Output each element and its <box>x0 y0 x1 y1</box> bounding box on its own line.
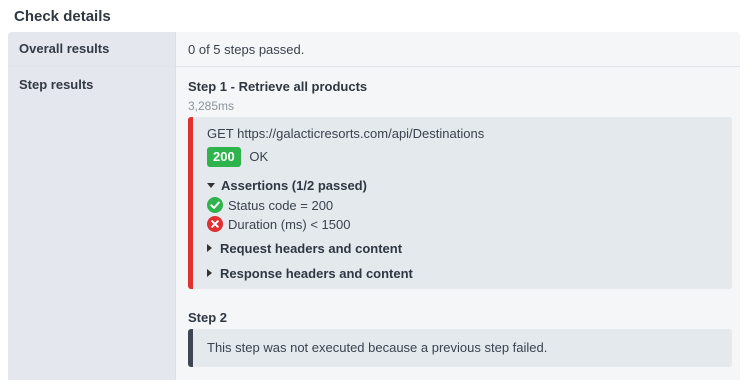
overall-results-value: 0 of 5 steps passed. <box>188 42 305 57</box>
assertions-toggle[interactable]: Assertions (1/2 passed) <box>207 178 367 193</box>
page-title: Check details <box>14 8 111 25</box>
step-results-label-cell: Step results <box>8 67 176 380</box>
step1-title: Step 1 - Retrieve all products <box>188 79 368 94</box>
assertion-text: Duration (ms) < 1500 <box>228 217 351 232</box>
assertion-text: Status code = 200 <box>228 198 334 213</box>
overall-results-row: Overall results 0 of 5 steps passed. <box>8 32 740 67</box>
assertion-row-duration: Duration (ms) < 1500 <box>207 216 350 234</box>
overall-results-label: Overall results <box>19 41 110 56</box>
response-headers-toggle[interactable]: Response headers and content <box>207 266 413 281</box>
step1-status-row: 200 OK <box>207 147 268 167</box>
step2-title: Step 2 <box>188 310 228 325</box>
caret-down-icon <box>207 183 215 188</box>
check-details-panel: Overall results 0 of 5 steps passed. Ste… <box>8 32 740 380</box>
check-circle-icon <box>207 197 223 216</box>
step1-duration: 3,285ms <box>188 99 235 113</box>
request-headers-label: Request headers and content <box>220 241 403 256</box>
caret-right-icon <box>207 244 212 252</box>
x-circle-icon <box>207 216 223 235</box>
step-results-value-cell: Step 1 - Retrieve all products 3,285ms G… <box>176 67 740 380</box>
step1-request-line: GET https://galacticresorts.com/api/Dest… <box>207 126 485 141</box>
assertions-header: Assertions (1/2 passed) <box>221 178 367 193</box>
overall-results-label-cell: Overall results <box>8 32 176 66</box>
step-results-label: Step results <box>19 77 94 92</box>
step-results-row: Step results Step 1 - Retrieve all produ… <box>8 67 740 380</box>
request-headers-toggle[interactable]: Request headers and content <box>207 241 402 256</box>
step1-detail-box: GET https://galacticresorts.com/api/Dest… <box>188 117 732 289</box>
step2-detail-box: This step was not executed because a pre… <box>188 329 732 367</box>
status-code-badge: 200 <box>207 147 241 167</box>
overall-results-value-cell: 0 of 5 steps passed. <box>176 32 740 66</box>
caret-right-icon <box>207 269 212 277</box>
response-headers-label: Response headers and content <box>220 266 413 281</box>
status-text: OK <box>249 149 269 164</box>
assertion-row-status: Status code = 200 <box>207 197 333 215</box>
step2-message: This step was not executed because a pre… <box>207 340 548 355</box>
